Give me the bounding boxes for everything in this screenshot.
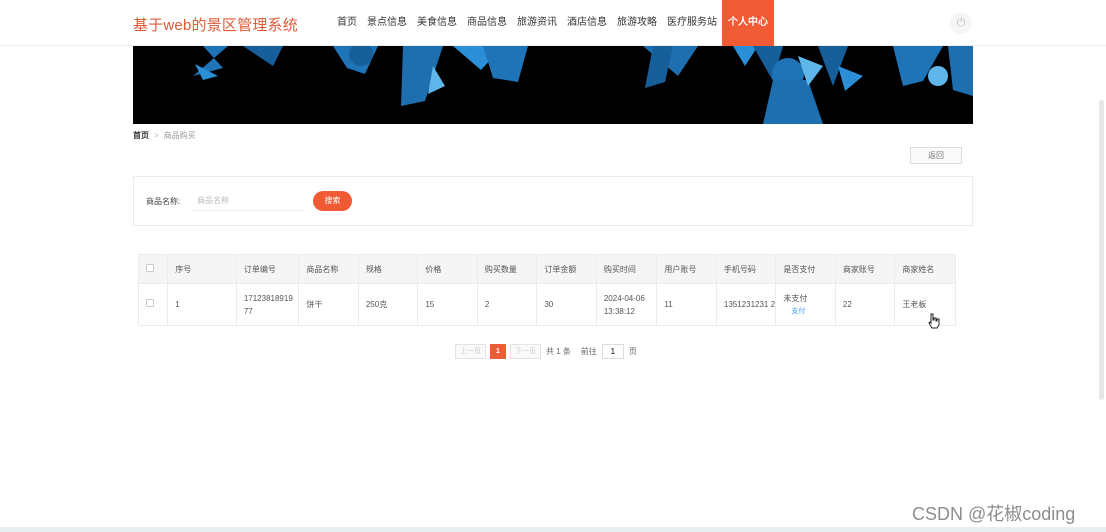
top-header: 基于web的景区管理系统 首页 景点信息 美食信息 商品信息 旅游资讯 酒店信息… xyxy=(0,0,1106,46)
breadcrumb: 首页 > 商品购买 xyxy=(133,130,196,141)
search-panel: 商品名称: 搜索 xyxy=(133,176,973,226)
page-unit-label: 页 xyxy=(628,346,637,356)
cell-order-no: 17123818919 77 xyxy=(235,283,300,326)
cell-paid: 未支付 支付 xyxy=(775,283,836,326)
nav-hotels[interactable]: 酒店信息 xyxy=(562,0,612,46)
next-page-button[interactable]: 下一页 xyxy=(510,343,541,359)
pay-link[interactable]: 支付 xyxy=(783,305,835,318)
col-header-product: 商品名称 xyxy=(298,254,359,284)
site-title: 基于web的景区管理系统 xyxy=(133,17,298,34)
col-header-spec: 规格 xyxy=(357,254,419,284)
cell-quantity: 2 xyxy=(476,283,538,326)
nav-scenic-spots[interactable]: 景点信息 xyxy=(362,0,412,46)
csdn-watermark: CSDN @花椒coding xyxy=(912,504,1076,524)
cell-index: 1 xyxy=(167,283,237,326)
select-all-checkbox[interactable] xyxy=(146,264,154,272)
total-count: 共 1 条 xyxy=(546,346,571,356)
paid-status: 未支付 xyxy=(783,293,808,303)
product-name-search-input[interactable] xyxy=(193,191,305,211)
col-header-order-no: 订单编号 xyxy=(235,254,300,284)
nav-food[interactable]: 美食信息 xyxy=(412,0,462,46)
breadcrumb-separator: > xyxy=(154,131,159,140)
row-select-cell xyxy=(137,283,169,326)
hand-cursor-icon xyxy=(928,313,940,331)
banner-image xyxy=(133,46,973,124)
col-header-purchase-time: 购买时间 xyxy=(595,254,658,284)
cell-spec: 250克 xyxy=(357,283,419,326)
row-checkbox[interactable] xyxy=(146,299,154,307)
search-label: 商品名称: xyxy=(146,197,181,206)
cell-price: 15 xyxy=(417,283,478,326)
power-icon[interactable]: ⏻ xyxy=(950,12,972,34)
nav-products[interactable]: 商品信息 xyxy=(462,0,512,46)
cell-product: 饼干 xyxy=(298,283,359,326)
col-header-index: 序号 xyxy=(167,254,237,284)
col-header-user-account: 用户账号 xyxy=(656,254,717,284)
page-scrollbar[interactable] xyxy=(1099,100,1104,400)
breadcrumb-current: 商品购买 xyxy=(163,131,196,140)
cell-user-account: 11 xyxy=(656,283,717,326)
nav-travel-guides[interactable]: 旅游攻略 xyxy=(612,0,662,46)
purchase-clock: 13:38:12 xyxy=(603,306,635,316)
search-button[interactable]: 搜索 xyxy=(313,191,352,211)
cell-merchant-name: 王老板 xyxy=(894,283,956,326)
cell-merchant-account: 22 xyxy=(834,283,896,326)
prev-page-button[interactable]: 上一页 xyxy=(455,343,486,359)
nav-personal-center[interactable]: 个人中心 xyxy=(722,0,774,46)
cell-amount: 30 xyxy=(536,283,597,326)
col-header-merchant-name: 商家姓名 xyxy=(894,254,956,284)
goto-page-input[interactable] xyxy=(601,343,624,359)
table-header-row: 序号 订单编号 商品名称 规格 价格 购买数量 订单金额 购买时间 用户账号 手… xyxy=(137,254,956,284)
nav-home[interactable]: 首页 xyxy=(332,0,362,46)
bottom-strip xyxy=(0,527,1106,532)
col-header-price: 价格 xyxy=(417,254,478,284)
back-button[interactable]: 返回 xyxy=(910,147,962,164)
orders-table: 序号 订单编号 商品名称 规格 价格 购买数量 订单金额 购买时间 用户账号 手… xyxy=(137,254,956,326)
col-header-amount: 订单金额 xyxy=(536,254,597,284)
col-header-phone: 手机号码 xyxy=(715,254,777,284)
table-row: 1 17123818919 77 饼干 250克 15 2 30 2024-04… xyxy=(137,283,956,326)
select-all-cell xyxy=(137,254,169,284)
goto-label: 前往 xyxy=(580,346,597,356)
nav-medical-station[interactable]: 医疗服务站 xyxy=(662,0,722,46)
breadcrumb-home[interactable]: 首页 xyxy=(133,131,149,140)
pagination: 上一页 1 下一页 共 1 条 前往 页 xyxy=(455,343,642,359)
col-header-paid: 是否支付 xyxy=(775,254,836,284)
col-header-merchant-account: 商家账号 xyxy=(834,254,896,284)
main-nav: 首页 景点信息 美食信息 商品信息 旅游资讯 酒店信息 旅游攻略 医疗服务站 个… xyxy=(332,0,774,46)
page-number-current[interactable]: 1 xyxy=(490,343,506,359)
col-header-quantity: 购买数量 xyxy=(476,254,538,284)
nav-travel-news[interactable]: 旅游资讯 xyxy=(512,0,562,46)
cell-phone: 1351231231 2 xyxy=(715,283,777,326)
purchase-date: 2024-04-06 xyxy=(603,293,645,303)
cell-purchase-time: 2024-04-06 13:38:12 xyxy=(595,283,658,326)
crowd-silhouette-graphic xyxy=(133,46,973,124)
